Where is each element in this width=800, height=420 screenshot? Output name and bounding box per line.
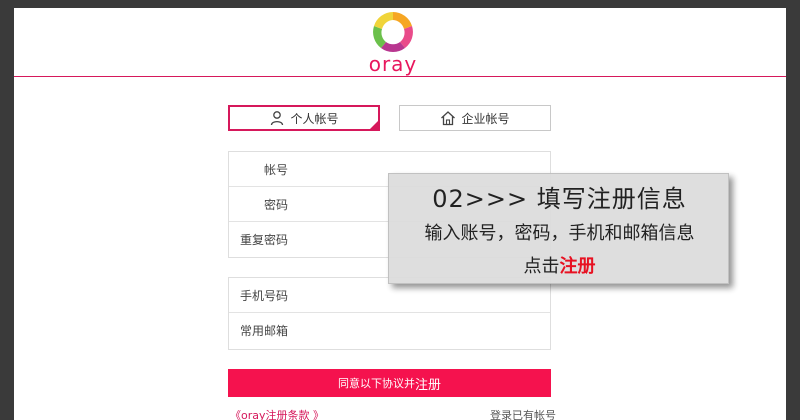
overlay-action-highlight: 注册 <box>559 256 596 277</box>
header-divider <box>14 76 786 77</box>
email-input[interactable] <box>298 322 550 339</box>
tab-personal-account[interactable]: 个人帐号 <box>228 105 380 131</box>
phone-input[interactable] <box>298 287 550 303</box>
phone-label: 手机号码 <box>240 288 289 303</box>
account-label: 帐号 <box>264 162 289 177</box>
password-label: 密码 <box>264 197 289 212</box>
overlay-instruction: 输入账号，密码，手机和邮箱信息 <box>424 223 695 244</box>
user-icon <box>271 111 284 126</box>
home-icon <box>441 111 456 126</box>
email-label: 常用邮箱 <box>240 324 289 338</box>
login-link[interactable]: 登录已有帐号 <box>490 407 556 420</box>
register-button[interactable]: 同意以下协议并 注册 <box>228 369 551 397</box>
oray-logo: oray <box>363 10 423 76</box>
terms-link[interactable]: 《oray注册条款 》 <box>230 407 324 420</box>
overlay-action: 点击注册 <box>389 252 730 278</box>
overlay-title: 02>>> 填写注册信息 <box>432 185 687 213</box>
register-button-action: 注册 <box>414 377 441 393</box>
contact-fields-group: 手机号码 常用邮箱 <box>228 277 551 350</box>
overlay-action-prefix: 点击 <box>523 256 560 277</box>
instruction-overlay: 02>>> 填写注册信息 输入账号，密码，手机和邮箱信息 点击注册 <box>388 173 729 284</box>
screenshot-frame: oray 个人帐号 企业帐号 帐号 密码 重复密码 手机号码 常用邮箱 同意以下… <box>0 0 800 420</box>
email-field[interactable]: 常用邮箱 <box>229 313 550 348</box>
tab-company-label: 企业帐号 <box>461 111 510 126</box>
confirm-password-label: 重复密码 <box>240 233 289 247</box>
logo-text: oray <box>368 52 418 76</box>
register-button-prefix: 同意以下协议并 <box>337 377 415 390</box>
tab-company-account[interactable]: 企业帐号 <box>399 105 551 131</box>
selected-corner-icon <box>370 121 378 129</box>
tab-personal-label: 个人帐号 <box>290 111 339 126</box>
logo-ring-icon <box>373 12 413 52</box>
